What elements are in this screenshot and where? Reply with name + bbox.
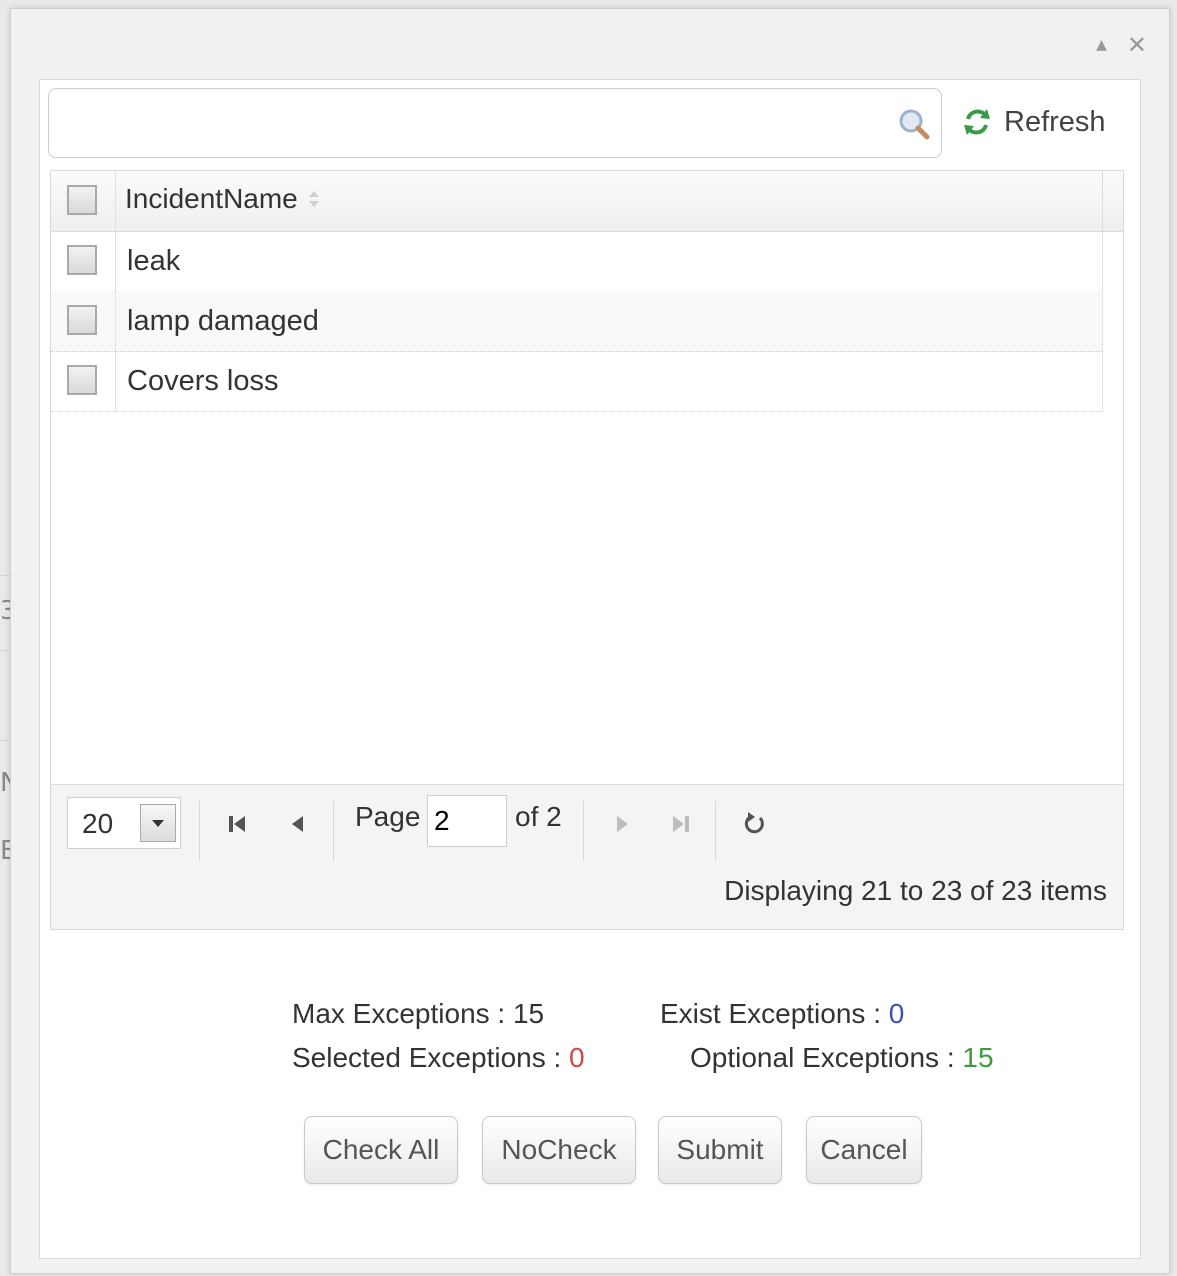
refresh-label: Refresh xyxy=(1004,105,1106,138)
selected-exceptions: Selected Exceptions : 0 xyxy=(292,1042,585,1074)
search-input[interactable] xyxy=(59,99,883,149)
incident-name-cell: Covers loss xyxy=(127,365,279,397)
pager-separator xyxy=(715,801,716,861)
exception-stats: Max Exceptions : 15 Exist Exceptions : 0… xyxy=(292,998,1112,1108)
header-scroll-gutter xyxy=(1102,171,1123,231)
row-checkbox[interactable] xyxy=(67,305,97,335)
no-check-button[interactable]: NoCheck xyxy=(482,1116,636,1184)
next-page-icon[interactable] xyxy=(607,809,637,839)
exist-exceptions-label: Exist Exceptions : xyxy=(660,998,889,1029)
refresh-button[interactable]: Refresh xyxy=(960,94,1106,150)
check-all-button[interactable]: Check All xyxy=(304,1116,458,1184)
pager-separator xyxy=(199,801,200,861)
submit-button[interactable]: Submit xyxy=(658,1116,782,1184)
previous-page-icon[interactable] xyxy=(283,809,313,839)
reload-icon[interactable] xyxy=(739,809,769,839)
collapse-icon[interactable]: ▲ xyxy=(1096,33,1107,57)
magnifier-icon[interactable] xyxy=(897,107,931,141)
max-exceptions-value: 15 xyxy=(512,998,545,1029)
row-checkbox[interactable] xyxy=(67,365,97,395)
page-size-select[interactable]: 20 xyxy=(67,797,181,849)
column-header-incident-name[interactable]: IncidentName xyxy=(125,183,320,215)
column-divider xyxy=(115,351,116,411)
optional-exceptions-value: 15 xyxy=(962,1042,994,1073)
max-exceptions: Max Exceptions : 15 xyxy=(292,998,544,1030)
selected-exceptions-value: 0 xyxy=(569,1042,585,1073)
column-divider xyxy=(115,291,116,351)
display-info: Displaying 21 to 23 of 23 items xyxy=(724,875,1107,906)
table-row[interactable]: Covers loss xyxy=(51,351,1103,412)
table-row[interactable]: leak xyxy=(51,231,1103,292)
incident-name-cell: leak xyxy=(127,245,181,277)
dropdown-button[interactable] xyxy=(140,804,176,842)
chevron-down-icon xyxy=(152,820,164,827)
pager-separator xyxy=(333,801,334,861)
dialog-tools: ▲ ✕ xyxy=(1096,33,1147,57)
close-icon[interactable]: ✕ xyxy=(1127,33,1147,57)
optional-exceptions-label: Optional Exceptions : xyxy=(690,1042,963,1073)
exist-exceptions-value: 0 xyxy=(888,998,905,1029)
first-page-icon[interactable] xyxy=(223,809,253,839)
table-row[interactable]: lamp damaged xyxy=(51,291,1103,352)
optional-exceptions: Optional Exceptions : 15 xyxy=(690,1042,994,1074)
exception-picker-dialog: ▲ ✕ Refresh IncidentName leak lamp damag… xyxy=(10,8,1170,1274)
column-divider xyxy=(115,231,116,291)
refresh-icon xyxy=(964,109,990,135)
pager-separator xyxy=(583,801,584,861)
page-size-value: 20 xyxy=(82,808,114,839)
column-header-label: IncidentName xyxy=(125,183,298,214)
max-exceptions-label: Max Exceptions : xyxy=(292,998,513,1029)
column-divider xyxy=(115,171,116,231)
sort-icon xyxy=(308,191,319,207)
incident-grid: IncidentName leak lamp damaged Covers lo… xyxy=(50,170,1124,930)
dialog-body: Refresh IncidentName leak lamp damaged C… xyxy=(39,79,1141,1259)
exist-exceptions: Exist Exceptions : 0 xyxy=(660,998,904,1030)
selected-exceptions-label: Selected Exceptions : xyxy=(292,1042,570,1073)
row-checkbox[interactable] xyxy=(67,245,97,275)
select-all-checkbox[interactable] xyxy=(67,185,97,215)
action-buttons: Check All NoCheck Submit Cancel xyxy=(40,1116,1140,1188)
page-label: Page xyxy=(355,801,421,832)
cancel-button[interactable]: Cancel xyxy=(806,1116,922,1184)
grid-header: IncidentName xyxy=(51,171,1123,232)
pagination-bar: 20 Page of 2 xyxy=(51,784,1123,929)
rows-right-border xyxy=(1102,231,1103,411)
page-number-input[interactable] xyxy=(427,795,507,847)
search-box xyxy=(48,88,942,158)
incident-name-cell: lamp damaged xyxy=(127,305,319,337)
last-page-icon[interactable] xyxy=(665,809,695,839)
page-total-label: of 2 xyxy=(515,801,562,832)
